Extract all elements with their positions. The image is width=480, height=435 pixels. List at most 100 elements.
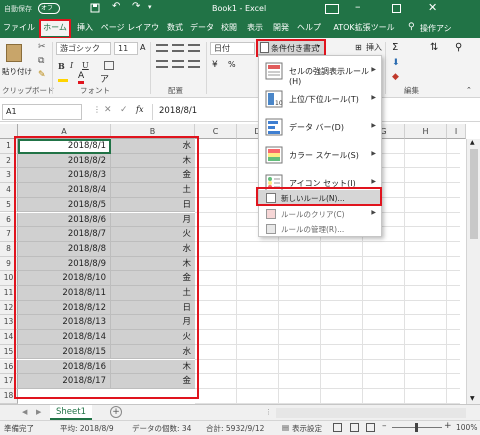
horizontal-scrollbar[interactable] (276, 408, 466, 418)
group-separator (206, 42, 207, 94)
zoom-slider-thumb[interactable] (415, 423, 418, 432)
format-painter-icon[interactable]: ✎ (38, 70, 46, 80)
enter-icon[interactable]: ✓ (120, 105, 128, 115)
font-color-icon[interactable]: A (78, 72, 85, 84)
menu-item-color-scales[interactable]: カラー スケール(S) ▶ (259, 142, 381, 168)
font-name-select[interactable]: 游ゴシック (56, 42, 111, 55)
scroll-up-icon[interactable]: ▲ (470, 139, 475, 146)
undo-icon[interactable]: ↶ (112, 1, 120, 12)
insert-cells-button[interactable]: 挿入 (366, 41, 382, 55)
tab-file[interactable]: ファイル (2, 20, 36, 36)
tab-view[interactable]: 表示 (244, 20, 266, 36)
tab-atok[interactable]: ATOK拡張ツール (326, 20, 402, 36)
column-header-c[interactable]: C (195, 124, 237, 139)
close-icon[interactable]: ✕ (428, 1, 437, 14)
chevron-right-icon: ▶ (371, 122, 376, 129)
page-layout-view-icon[interactable] (350, 423, 359, 432)
autosum-icon[interactable]: Σ (392, 42, 398, 53)
tell-me-search[interactable]: 操作アシ (420, 23, 452, 34)
save-icon[interactable] (90, 3, 100, 13)
fill-color-icon[interactable] (58, 73, 68, 82)
chevron-right-icon: ▶ (371, 94, 376, 101)
maximize-icon[interactable] (392, 4, 401, 13)
status-average: 平均: 2018/8/9 (60, 424, 114, 433)
top-align-icon[interactable] (156, 44, 168, 52)
tab-data[interactable]: データ (190, 20, 214, 36)
cancel-icon[interactable]: ✕ (104, 105, 112, 115)
scroll-thumb[interactable] (470, 149, 478, 239)
font-size-value: 11 (118, 44, 129, 53)
autosave-toggle[interactable]: オフ (38, 3, 60, 14)
top-bottom-rules-icon: 10 (264, 89, 284, 109)
menu-item-highlight-cells-rules[interactable]: セルの強調表示ルール(H) ▶ (259, 58, 381, 86)
grid-row-line (195, 387, 460, 389)
sheet-tab-sheet1[interactable]: Sheet1 (50, 405, 92, 420)
paste-button[interactable]: 貼り付け (2, 66, 32, 77)
percent-icon[interactable]: % (228, 60, 236, 69)
sort-filter-icon[interactable]: ⇅ (430, 42, 438, 53)
find-select-icon[interactable]: ⚲ (455, 42, 462, 53)
normal-view-icon[interactable] (333, 423, 342, 432)
middle-align-icon[interactable] (172, 44, 184, 52)
menu-item-manage-rules[interactable]: ルールの管理(R)... (259, 221, 381, 236)
italic-button[interactable]: I (70, 59, 73, 73)
zoom-in-icon[interactable]: + (444, 421, 452, 431)
next-sheet-icon[interactable]: ▶ (36, 408, 41, 416)
collapse-ribbon-icon[interactable]: ⌃ (466, 86, 472, 94)
minimize-icon[interactable]: – (355, 0, 361, 13)
redo-icon[interactable]: ↷ (132, 1, 140, 12)
clipboard-icon[interactable] (6, 44, 22, 62)
copy-icon[interactable]: ⧉ (38, 56, 44, 66)
quick-access-dropdown-icon[interactable]: ▾ (148, 3, 152, 11)
group-label-font: フォント (80, 86, 110, 95)
align-center-icon[interactable] (172, 60, 184, 68)
column-header-i[interactable]: I (447, 124, 466, 139)
display-settings-button[interactable]: 表示設定 (292, 423, 322, 434)
grid-row-line (195, 358, 460, 360)
currency-icon[interactable]: ¥ (212, 60, 218, 70)
number-format-select[interactable]: 日付 (210, 42, 255, 55)
page-break-view-icon[interactable] (366, 423, 375, 432)
bold-button[interactable]: B (58, 59, 65, 73)
ribbon-display-options-icon[interactable] (325, 4, 339, 14)
font-size-select[interactable]: 11 (114, 42, 138, 55)
zoom-level[interactable]: 100% (456, 423, 477, 432)
menu-item-label: ルールの管理(R)... (281, 225, 345, 234)
tab-formulas[interactable]: 数式 (164, 20, 186, 36)
autosave-state: オフ (41, 5, 54, 12)
name-box[interactable]: A1 (2, 104, 82, 120)
tab-developer[interactable]: 開発 (270, 20, 292, 36)
tab-page-layout[interactable]: ページ レイアウト (100, 20, 160, 48)
group-label-editing: 編集 (404, 86, 419, 95)
bottom-align-icon[interactable] (188, 44, 200, 52)
tab-review[interactable]: 校閲 (218, 20, 240, 36)
zoom-out-icon[interactable]: – (382, 421, 387, 431)
new-sheet-button[interactable]: + (110, 406, 122, 418)
menu-item-top-bottom-rules[interactable]: 10 上位/下位ルール(T) ▶ (259, 86, 381, 112)
svg-text:10: 10 (275, 100, 283, 107)
column-header-h[interactable]: H (405, 124, 447, 139)
clear-icon[interactable]: ◆ (392, 72, 399, 82)
scroll-down-icon[interactable]: ▼ (470, 395, 475, 402)
cut-icon[interactable]: ✂ (38, 42, 46, 52)
menu-item-data-bars[interactable]: データ バー(D) ▶ (259, 114, 381, 140)
grid-column-line (404, 139, 405, 404)
highlight-cells-rules-icon (264, 61, 284, 81)
align-left-icon[interactable] (156, 60, 168, 68)
align-right-icon[interactable] (188, 60, 200, 68)
insert-cells-icon[interactable]: ⊞ (355, 43, 362, 52)
search-icon[interactable]: ⚲ (408, 22, 415, 32)
menu-item-clear-rules[interactable]: ルールのクリア(C) ▶ (259, 206, 381, 221)
vertical-scrollbar[interactable]: ▲ ▼ (466, 139, 480, 404)
grow-font-icon[interactable]: A (140, 43, 145, 52)
prev-sheet-icon[interactable]: ◀ (22, 408, 27, 416)
borders-icon[interactable] (104, 61, 114, 70)
tab-help[interactable]: ヘルプ (296, 20, 322, 36)
ribbon-tab-bar: ファイル ホーム 挿入 ページ レイアウト 数式 データ 校閲 表示 開発 ヘル… (0, 18, 480, 48)
fill-icon[interactable]: ⬇ (392, 58, 400, 68)
status-count: データの個数: 34 (132, 424, 192, 433)
tab-insert[interactable]: 挿入 (74, 20, 96, 36)
insert-function-button[interactable]: fx (136, 105, 143, 114)
phonetic-icon[interactable]: ア (100, 72, 109, 85)
sheet-tab-bar: ◀ ▶ Sheet1 + ⋮ (0, 404, 480, 420)
